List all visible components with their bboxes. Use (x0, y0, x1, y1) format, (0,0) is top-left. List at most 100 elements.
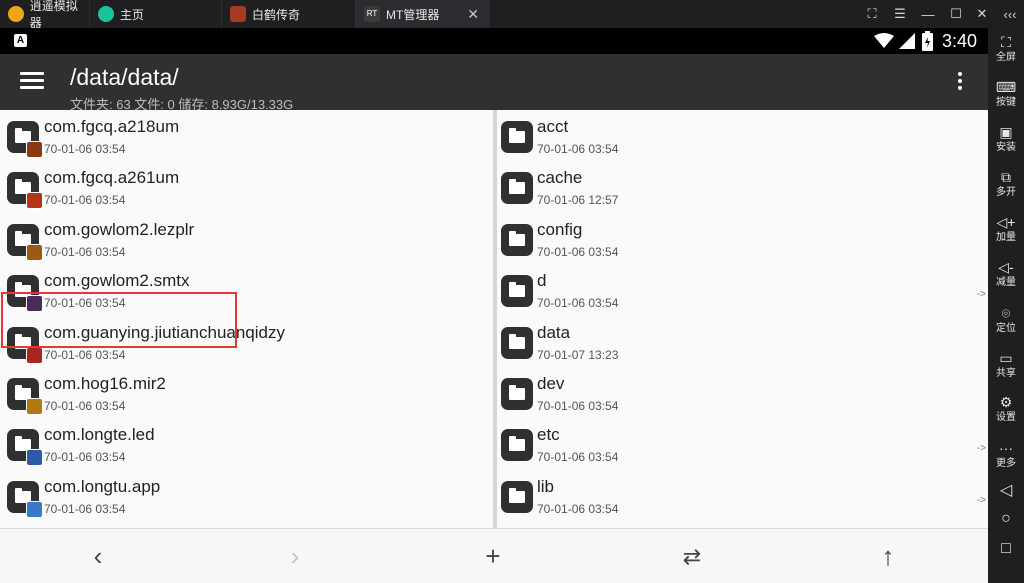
volume-down-icon: ◁- (998, 259, 1014, 275)
file-name: com.longte.led (44, 425, 155, 445)
file-date: 70-01-06 03:54 (537, 142, 619, 156)
file-list-item[interactable]: etc 70-01-06 03:54 -> (497, 423, 988, 474)
selection-highlight (1, 292, 237, 348)
folder-icon (7, 480, 43, 518)
sidebar-item-label: 设置 (996, 412, 1016, 423)
file-date: 70-01-06 12:57 (537, 193, 619, 208)
file-date: 70-01-06 03:54 (44, 501, 126, 516)
file-list-item[interactable]: com.gowlom2.lezplr 70-01-06 03:54 (0, 218, 493, 269)
symlink-indicator: -> (976, 494, 986, 506)
file-list-item[interactable]: com.fgcq.a261um 70-01-06 03:54 (0, 166, 493, 217)
file-name: lib (537, 476, 555, 496)
emulator-window: 逍遥模拟器 主页 白鹤传奇 RT MT管理器 ✕ ⛶ ☰ — ☐ ✕ ‹‹‹ A (0, 0, 1024, 583)
tab-label: 白鹤传奇 (252, 7, 301, 22)
android-recents-icon[interactable]: □ (988, 540, 1024, 558)
emulator-sidebar: ◁ ○ □ ⛶ 全屏 ⌨ 按键 ▣ 安装 ⧉ 多开 ◁+ 加量 ◁- 减量 ⌾ 定位 ▭ 共享 ⚙ 设置 ··· 更多 (988, 28, 1024, 583)
app-badge-icon (26, 243, 43, 261)
file-date: 70-01-06 03:54 (44, 347, 126, 362)
android-screen: A 3:40 /data/data/ 文件夹: 63 文件: 0 储存: 8.9… (0, 28, 988, 583)
sidebar-item-more[interactable]: ··· 更多 (988, 440, 1024, 470)
minimize-icon[interactable]: — (916, 0, 940, 28)
symlink-indicator: -> (976, 289, 986, 301)
close-tab-icon[interactable]: ✕ (467, 6, 479, 23)
folder-icon (7, 223, 43, 261)
forward-button[interactable]: › (265, 529, 325, 583)
tab-game[interactable]: 白鹤传奇 (222, 0, 356, 28)
file-list-item[interactable]: com.longte.led 70-01-06 03:54 (0, 423, 493, 474)
file-list-item[interactable]: com.longtu.app 70-01-06 03:54 (0, 475, 493, 526)
sidebar-item-label: 减量 (996, 277, 1016, 288)
file-date: 70-01-06 03:54 (44, 450, 126, 465)
file-list-item[interactable]: lib 70-01-06 03:54 -> (497, 475, 988, 526)
close-window-icon[interactable]: ✕ (970, 0, 994, 28)
sidebar-item-label: 全屏 (996, 52, 1016, 63)
emulator-tab-bar: 逍遥模拟器 主页 白鹤传奇 RT MT管理器 ✕ ⛶ ☰ — ☐ ✕ ‹‹‹ (0, 0, 1024, 30)
screen-record-icon[interactable]: ⛶ (860, 0, 884, 28)
settings-icon: ⚙ (999, 394, 1013, 410)
tab-label: MT管理器 (386, 7, 440, 22)
menu-hamburger-icon[interactable] (20, 72, 44, 90)
android-back-icon[interactable]: ◁ (988, 480, 1024, 500)
file-name: config (537, 219, 583, 239)
tab-mt-manager[interactable]: RT MT管理器 ✕ (356, 0, 490, 28)
sidebar-item-volume-down[interactable]: ◁- 减量 (988, 259, 1024, 289)
add-button[interactable]: + (463, 529, 523, 583)
left-file-pane[interactable]: com.fgcq.a218um 70-01-06 03:54 com.fgcq.a2… (0, 110, 493, 528)
collapse-sidebar-icon[interactable]: ‹‹‹ (996, 0, 1024, 28)
file-list-item[interactable]: d 70-01-06 03:54 -> (497, 269, 988, 320)
overflow-menu-icon[interactable] (953, 72, 967, 94)
file-name: acct (537, 117, 569, 136)
volume-up-icon: ◁+ (996, 214, 1016, 230)
sidebar-item-label: 多开 (996, 187, 1016, 198)
back-button[interactable]: ‹ (68, 529, 128, 583)
file-date: 70-01-06 03:54 (537, 244, 619, 259)
folder-icon (7, 172, 43, 210)
android-home-icon[interactable]: ○ (988, 510, 1024, 528)
sidebar-item-multi-instance[interactable]: ⧉ 多开 (988, 169, 1024, 199)
sidebar-item-fullscreen[interactable]: ⛶ 全屏 (988, 34, 1024, 64)
folder-icon (501, 223, 533, 256)
maximize-icon[interactable]: ☐ (944, 0, 968, 28)
sidebar-item-keyboard[interactable]: ⌨ 按键 (988, 79, 1024, 109)
tab-emulator[interactable]: 逍遥模拟器 (0, 0, 90, 30)
menu-icon[interactable]: ☰ (888, 0, 912, 28)
sidebar-item-apk-install[interactable]: ▣ 安装 (988, 124, 1024, 154)
parent-directory-button[interactable]: ↑ (858, 529, 918, 583)
folder-icon (7, 429, 43, 467)
file-name: com.fgcq.a261um (44, 168, 180, 188)
folder-icon (7, 121, 43, 158)
sidebar-item-volume-up[interactable]: ◁+ 加量 (988, 214, 1024, 244)
file-date: 70-01-07 13:23 (537, 347, 619, 362)
sidebar-item-label: 更多 (996, 458, 1016, 469)
file-list-item[interactable]: dev 70-01-06 03:54 (497, 372, 988, 423)
file-date: 70-01-06 03:54 (537, 296, 619, 311)
folder-icon (501, 429, 533, 462)
game-app-icon (230, 6, 246, 22)
file-list-item[interactable]: data 70-01-07 13:23 (497, 321, 988, 372)
share-folder-icon: ▭ (999, 350, 1013, 366)
file-date: 70-01-06 03:54 (44, 399, 126, 413)
apk-install-icon: ▣ (999, 124, 1013, 140)
right-file-pane[interactable]: acct 70-01-06 03:54 cache 70-01-06 12:57 con… (497, 110, 988, 528)
file-list-item[interactable]: com.hog16.mir2 70-01-06 03:54 (0, 372, 493, 423)
file-name: com.gowlom2.smtx (44, 271, 190, 291)
file-name: cache (537, 168, 583, 188)
folder-icon (501, 172, 533, 205)
sidebar-item-location[interactable]: ⌾ 定位 (988, 305, 1024, 335)
fullscreen-icon: ⛶ (1001, 34, 1011, 50)
sidebar-item-label: 定位 (996, 323, 1016, 334)
file-date: 70-01-06 03:54 (44, 244, 126, 259)
tab-home[interactable]: 主页 (90, 0, 222, 28)
folder-icon (501, 326, 533, 359)
location-icon: ⌾ (1001, 305, 1011, 321)
folder-icon (501, 378, 533, 410)
app-bar: /data/data/ 文件夹: 63 文件: 0 储存: 8.93G/13.3… (0, 54, 988, 112)
file-list-item[interactable]: cache 70-01-06 12:57 (497, 166, 988, 217)
file-list-item[interactable]: com.fgcq.a218um 70-01-06 03:54 (0, 115, 493, 166)
file-list-item[interactable]: config 70-01-06 03:54 (497, 218, 988, 269)
file-list-item[interactable]: acct 70-01-06 03:54 (497, 115, 988, 166)
app-badge-icon (26, 141, 43, 158)
sidebar-item-settings[interactable]: ⚙ 设置 (988, 394, 1024, 424)
sidebar-item-share-folder[interactable]: ▭ 共享 (988, 350, 1024, 380)
swap-panes-button[interactable]: ⇄ (662, 529, 722, 583)
